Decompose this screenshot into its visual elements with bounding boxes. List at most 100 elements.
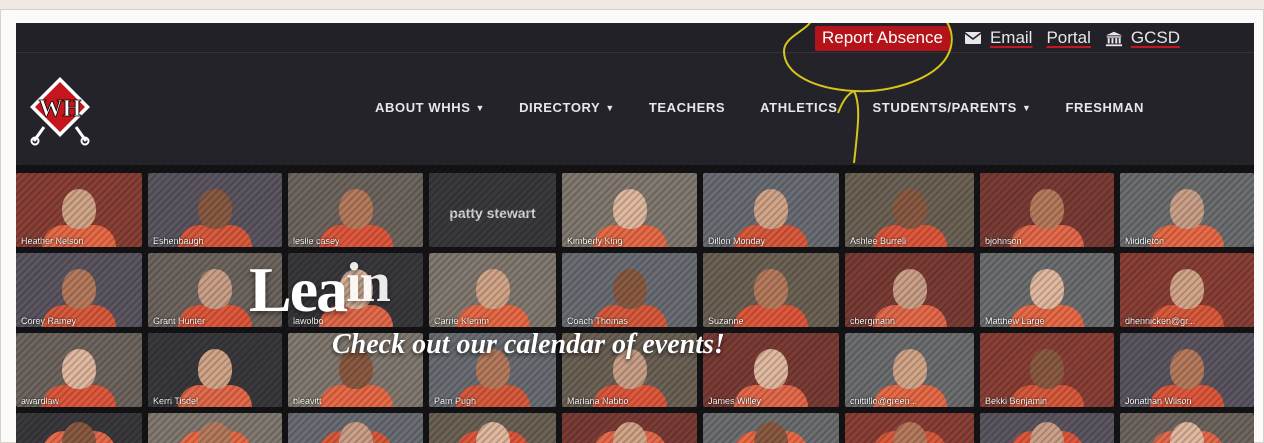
caret-down-icon: ▼ <box>605 102 615 113</box>
person-face <box>1030 349 1064 390</box>
person-face <box>754 349 788 390</box>
video-tile: cbergmann <box>845 253 974 327</box>
person-face <box>1170 189 1204 230</box>
video-tile <box>429 413 556 443</box>
person-face <box>754 269 788 310</box>
nav-item-freshman[interactable]: FRESHMAN <box>1065 100 1143 115</box>
video-tile: Corey Ramey <box>16 253 142 327</box>
person-face <box>612 189 647 230</box>
person-face <box>1030 421 1064 443</box>
school-website: Report Absence Email Portal GCSD WH ABOU… <box>16 23 1254 443</box>
video-tile: Kerri Tisdel <box>148 333 282 407</box>
video-tile: Ashlee Burrell <box>845 173 974 247</box>
tile-name-label: Marlana Nabbo <box>567 396 629 406</box>
video-tile <box>562 413 697 443</box>
tile-name-label: Pam Pugh <box>434 396 477 406</box>
tile-name-label: awardlaw <box>21 396 60 406</box>
email-link[interactable]: Email <box>964 28 1032 48</box>
video-tile: Kimberly King <box>562 173 697 247</box>
person-face <box>892 421 927 443</box>
video-tile <box>16 413 142 443</box>
tile-name-label: cbergmann <box>850 316 896 326</box>
nav-item-teachers[interactable]: TEACHERS <box>649 100 725 115</box>
caret-down-icon: ▼ <box>475 102 486 113</box>
person-face <box>892 189 927 230</box>
nav-item-label: ATHLETICS <box>760 100 838 115</box>
nav-item-label: FRESHMAN <box>1065 100 1144 115</box>
person-face <box>198 421 232 443</box>
person-face <box>612 421 647 443</box>
hero-subtitle: Check out our calendar of events! <box>332 329 725 360</box>
video-tile: patty stewart <box>429 173 556 247</box>
video-tile <box>703 413 839 443</box>
tile-name-label: Kimberly King <box>567 236 623 246</box>
report-absence-button[interactable]: Report Absence <box>814 25 950 51</box>
video-tile: Dillon Monday <box>703 173 839 247</box>
video-tile: leslie casey <box>288 173 423 247</box>
hero-banner[interactable]: Heather Nelson Eshenbaugh leslie casey patt… <box>16 165 1254 443</box>
tile-name-label: Middleton <box>1125 236 1165 246</box>
nav-item-directory[interactable]: DIRECTORY ▼ <box>519 100 615 115</box>
tile-name-label: Ashlee Burrell <box>850 236 907 246</box>
video-tile: Jonathan Wilson <box>1120 333 1254 407</box>
person-face <box>198 349 232 390</box>
envelope-icon <box>964 30 982 46</box>
video-tile: Middleton <box>1120 173 1254 247</box>
person-face <box>892 269 927 310</box>
tile-name-label: Kerri Tisdel <box>153 396 199 406</box>
gcsd-link[interactable]: GCSD <box>1105 28 1180 48</box>
nav-item-students-parents[interactable]: STUDENTS/PARENTS ▼ <box>873 100 1032 115</box>
nav-item-label: STUDENTS/PARENTS <box>872 100 1017 115</box>
person-face <box>1030 269 1064 310</box>
video-tile: Carrie Klemm <box>429 253 556 327</box>
tile-name-label: Coach Thomas <box>567 316 628 326</box>
person-face <box>338 189 373 230</box>
tile-name-text: patty stewart <box>449 205 536 221</box>
video-tile: Eshenbaugh <box>148 173 282 247</box>
tile-name-label: Grant Hunter <box>153 316 206 326</box>
caret-down-icon: ▼ <box>1021 102 1032 113</box>
video-tile <box>980 413 1114 443</box>
logo-text: WH <box>39 96 82 122</box>
tile-name-label: Corey Ramey <box>21 316 77 326</box>
person-face <box>612 269 647 310</box>
tile-name-label: Bekki Benjamin <box>985 396 1048 406</box>
utility-links: Report Absence Email Portal GCSD <box>814 25 1180 51</box>
tile-name-label: Heather Nelson <box>21 236 84 246</box>
person-face <box>475 421 510 443</box>
institution-icon <box>1105 30 1123 47</box>
person-face <box>62 421 96 443</box>
tile-name-label: dhennicken@gr... <box>1125 316 1196 326</box>
person-face <box>892 349 927 390</box>
video-tile <box>148 413 282 443</box>
nav-menu: ABOUT WHHS ▼ DIRECTORY ▼ TEACHERS ATHLET… <box>375 100 1144 115</box>
person-face <box>1030 189 1064 230</box>
video-tile <box>288 413 423 443</box>
portal-link[interactable]: Portal <box>1046 28 1090 48</box>
tile-name-label: bjohnson <box>985 236 1022 246</box>
video-tile: Heather Nelson <box>16 173 142 247</box>
video-tile: Bekki Benjamin <box>980 333 1114 407</box>
video-tile: awardlaw <box>16 333 142 407</box>
nav-item-athletics[interactable]: ATHLETICS <box>760 100 837 115</box>
person-face <box>62 349 96 390</box>
video-tile: Coach Thomas <box>562 253 697 327</box>
person-face <box>1170 421 1204 443</box>
tile-name-label: Suzanne <box>708 316 744 326</box>
utility-bar: Report Absence Email Portal GCSD <box>16 23 1254 53</box>
school-logo[interactable]: WH <box>26 75 94 147</box>
nav-item-about[interactable]: ABOUT WHHS ▼ <box>375 100 485 115</box>
person-face <box>754 189 788 230</box>
tile-name-label: leslie casey <box>293 236 340 246</box>
video-tile <box>1120 413 1254 443</box>
person-face <box>62 269 96 310</box>
tile-name-label: James Willey <box>708 396 762 406</box>
tile-name-label: Carrie Klemm <box>434 316 490 326</box>
video-tile: cnittillo@green... <box>845 333 974 407</box>
video-tile: dhennicken@gr... <box>1120 253 1254 327</box>
tile-name-label: Eshenbaugh <box>153 236 204 246</box>
tile-name-label: bleavitt <box>293 396 322 406</box>
person-face <box>1170 349 1204 390</box>
gcsd-link-label: GCSD <box>1130 28 1180 47</box>
person-face <box>62 189 96 230</box>
